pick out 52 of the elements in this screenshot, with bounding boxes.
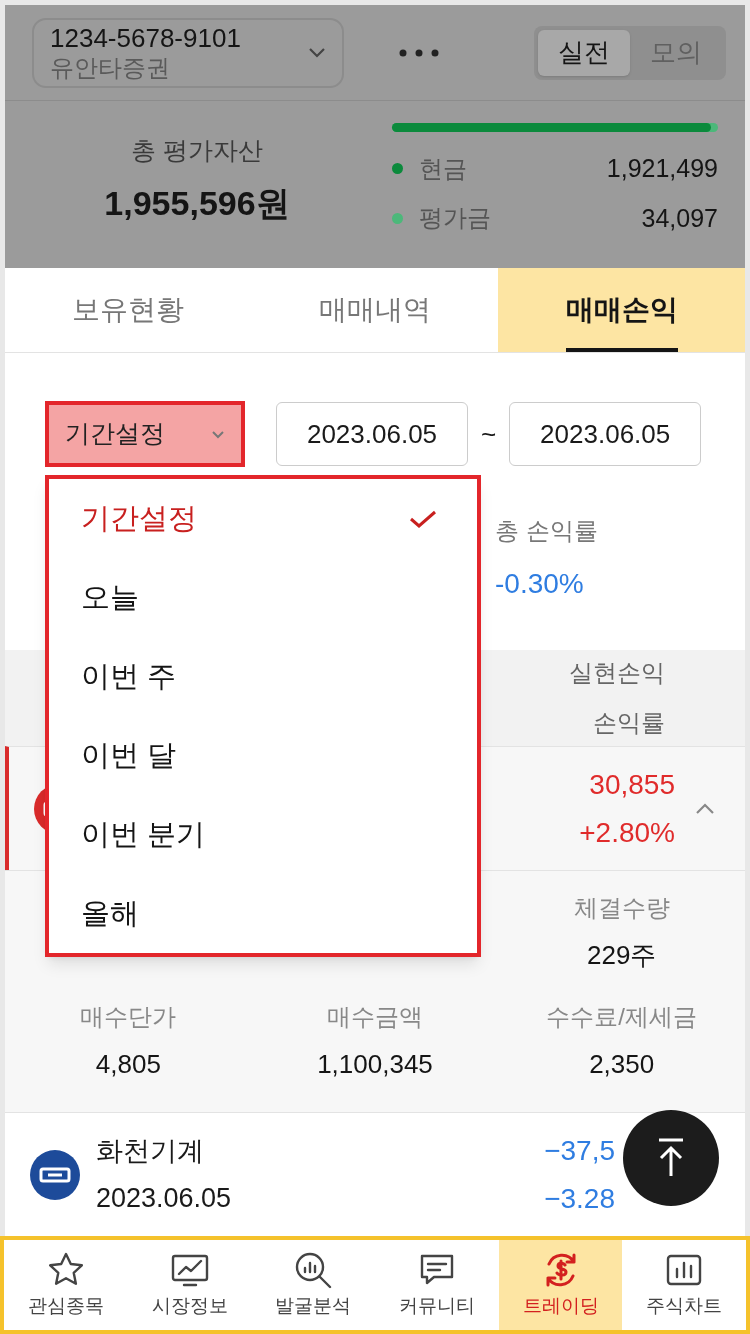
dropdown-option[interactable]: 이번 주 <box>49 637 477 716</box>
stock-row[interactable]: 화천기계 2023.06.05 −37,5 −3.28 <box>5 1112 745 1236</box>
nav-tab[interactable]: 발굴분석 <box>251 1240 375 1330</box>
pnl-rate: −3.28 <box>544 1181 615 1216</box>
stat-value: -0.30% <box>495 567 585 601</box>
tab[interactable]: 보유현황 <box>5 268 252 352</box>
end-date-field[interactable]: 2023.06.05 <box>509 402 702 466</box>
pnl-rate: +2.80% <box>579 815 675 850</box>
check-icon <box>409 508 437 529</box>
detail-label: 수수료/제세금 <box>546 1001 697 1032</box>
detail-value: 2,350 <box>589 1047 655 1081</box>
legend-value: 1,921,499 <box>606 153 718 184</box>
total-assets-label: 총 평가자산 <box>131 135 263 167</box>
dropdown-option[interactable]: 올해 <box>49 874 477 953</box>
detail-label: 체결수량 <box>573 892 670 923</box>
column-header: 실현손익 <box>569 658 665 688</box>
chevron-down-icon <box>211 429 225 439</box>
tab[interactable]: 매매손익 <box>498 268 745 352</box>
nav-tab[interactable]: 시장정보 <box>127 1240 252 1330</box>
detail-value: 4,805 <box>95 1047 161 1081</box>
column-header: 손익률 <box>593 708 665 738</box>
dropdown-option[interactable]: 이번 달 <box>49 716 477 795</box>
start-date-field[interactable]: 2023.06.05 <box>276 402 468 466</box>
detail-label: 매수금액 <box>327 1001 423 1032</box>
realized-pnl: −37,5 <box>544 1133 615 1168</box>
period-select[interactable]: 기간설정 <box>45 401 245 467</box>
detail-label: 매수단가 <box>80 1001 177 1032</box>
nav-tab[interactable]: 트레이딩 <box>498 1240 623 1330</box>
chevron-down-icon <box>308 46 326 59</box>
legend-label: 평가금 <box>419 203 491 234</box>
stat-label: 총 손익률 <box>495 516 599 546</box>
arrow-up-to-top-icon <box>656 1138 686 1178</box>
stock-name: 화천기계 <box>96 1135 205 1168</box>
dropdown-option[interactable]: 오늘 <box>49 558 477 637</box>
realized-pnl: 30,855 <box>589 767 675 802</box>
tab[interactable]: 매매내역 <box>251 268 499 352</box>
mode-tab[interactable]: 실전 <box>538 29 630 76</box>
legend-label: 현금 <box>419 153 467 184</box>
chevron-up-icon[interactable] <box>695 802 715 815</box>
legend-value: 34,097 <box>641 202 718 234</box>
dropdown-option[interactable]: 기간설정 <box>49 479 477 558</box>
dropdown-option[interactable]: 이번 분기 <box>49 795 477 874</box>
total-assets-value: 1,955,596원 <box>104 182 290 224</box>
nav-tab[interactable]: 주식차트 <box>622 1240 747 1330</box>
trade-date: 2023.06.05 <box>96 1181 232 1215</box>
account-selector[interactable]: 1234-5678-9101 유안타증권 <box>32 17 344 88</box>
date-separator: ~ <box>481 417 497 451</box>
more-icon[interactable] <box>399 48 439 57</box>
nav-tab[interactable]: 커뮤니티 <box>375 1240 499 1330</box>
detail-value: 1,100,345 <box>317 1047 433 1081</box>
nav-tab[interactable]: 관심종목 <box>4 1240 128 1330</box>
detail-value: 229주 <box>586 938 657 972</box>
